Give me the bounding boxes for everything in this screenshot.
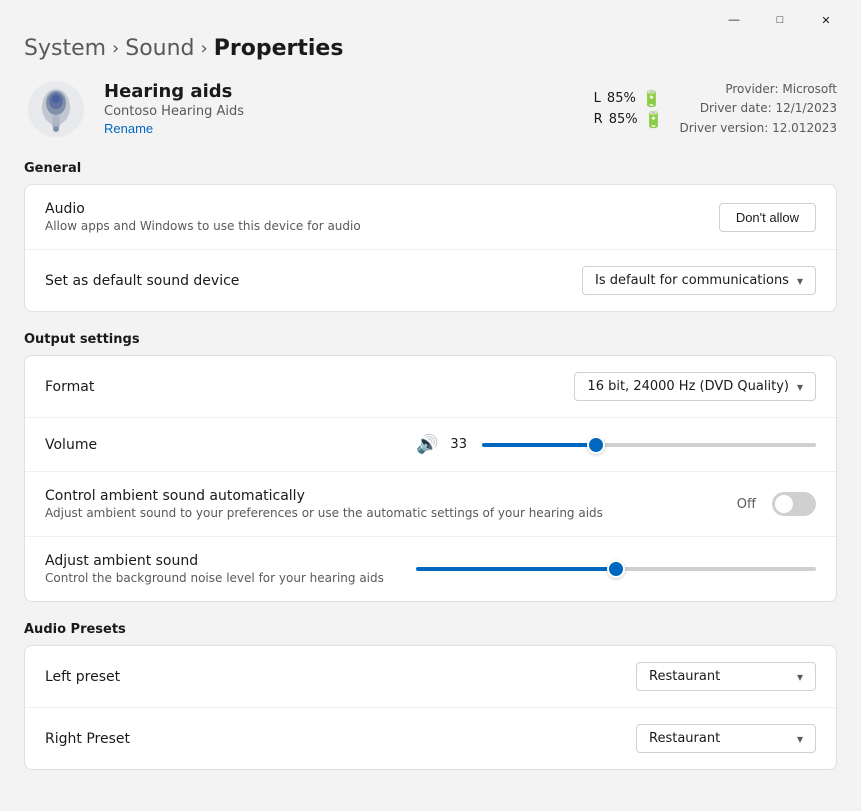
dont-allow-button[interactable]: Don't allow (719, 203, 816, 232)
default-device-label: Set as default sound device (45, 273, 239, 289)
device-header: Hearing aids Contoso Hearing Aids Rename… (24, 77, 837, 141)
driver-date: Driver date: 12/1/2023 (680, 99, 837, 118)
volume-icon: 🔊 (416, 434, 438, 455)
maximize-button[interactable]: □ (757, 6, 803, 34)
ambient-title: Control ambient sound automatically (45, 488, 603, 504)
audio-text: Audio Allow apps and Windows to use this… (45, 201, 361, 233)
device-icon (24, 77, 88, 141)
audio-row: Audio Allow apps and Windows to use this… (25, 185, 836, 250)
right-preset-row: Right Preset Restaurant ▾ (25, 708, 836, 769)
breadcrumb-sep-1: › (112, 38, 119, 59)
presets-card: Left preset Restaurant ▾ Right Preset Re… (24, 645, 837, 770)
volume-row: Volume 🔊 33 (25, 418, 836, 472)
adjust-ambient-row: Adjust ambient sound Control the backgro… (25, 537, 836, 601)
format-chevron-icon: ▾ (797, 380, 803, 394)
presets-section-label: Audio Presets (24, 622, 837, 637)
title-bar: — □ ✕ (0, 0, 861, 36)
battery-info: L 85% 🔋 R 85% 🔋 (594, 89, 664, 129)
breadcrumb-system[interactable]: System (24, 36, 106, 61)
window-controls: — □ ✕ (711, 6, 849, 34)
general-section-label: General (24, 161, 837, 176)
left-preset-label: Left preset (45, 669, 120, 685)
volume-label: Volume (45, 437, 97, 453)
battery-left-label: L (594, 91, 601, 106)
volume-slider-container: 🔊 33 (416, 434, 816, 455)
battery-right-pct: 85% (609, 112, 638, 127)
left-preset-value: Restaurant (649, 669, 720, 684)
adjust-slider-container (416, 567, 816, 571)
volume-value: 33 (450, 437, 470, 452)
ambient-toggle-label: Off (737, 497, 756, 512)
device-name: Hearing aids (104, 81, 578, 102)
device-info: Hearing aids Contoso Hearing Aids Rename (104, 81, 578, 137)
settings-window: — □ ✕ System › Sound › Properties (0, 0, 861, 811)
adjust-slider[interactable] (416, 567, 816, 571)
format-row: Format 16 bit, 24000 Hz (DVD Quality) ▾ (25, 356, 836, 418)
volume-slider[interactable] (482, 443, 816, 447)
ambient-control-row: Control ambient sound automatically Adju… (25, 472, 836, 537)
provider-text: Provider: Microsoft (680, 80, 837, 99)
ambient-toggle[interactable] (772, 492, 816, 516)
driver-version: Driver version: 12.012023 (680, 119, 837, 138)
right-preset-chevron-icon: ▾ (797, 732, 803, 746)
right-preset-label: Right Preset (45, 731, 130, 747)
minimize-button[interactable]: — (711, 6, 757, 34)
format-select[interactable]: 16 bit, 24000 Hz (DVD Quality) ▾ (574, 372, 816, 401)
audio-title: Audio (45, 201, 361, 217)
battery-left-icon: 🔋 (642, 89, 662, 108)
ambient-text: Control ambient sound automatically Adju… (45, 488, 603, 520)
adjust-title: Adjust ambient sound (45, 553, 384, 569)
content-area: Hearing aids Contoso Hearing Aids Rename… (0, 77, 861, 811)
output-section-label: Output settings (24, 332, 837, 347)
left-preset-select[interactable]: Restaurant ▾ (636, 662, 816, 691)
breadcrumb-sound[interactable]: Sound (125, 36, 194, 61)
default-device-row: Set as default sound device Is default f… (25, 250, 836, 311)
ambient-toggle-knob (775, 495, 793, 513)
default-device-select[interactable]: Is default for communications ▾ (582, 266, 816, 295)
right-preset-value: Restaurant (649, 731, 720, 746)
battery-right-label: R (594, 112, 603, 127)
ambient-toggle-wrapper: Off (737, 492, 816, 516)
format-label: Format (45, 379, 94, 395)
breadcrumb-properties: Properties (214, 36, 344, 61)
chevron-down-icon: ▾ (797, 274, 803, 288)
battery-left: L 85% 🔋 (594, 89, 664, 108)
battery-right-icon: 🔋 (644, 110, 664, 129)
ambient-sub: Adjust ambient sound to your preferences… (45, 506, 603, 520)
adjust-text: Adjust ambient sound Control the backgro… (45, 553, 384, 585)
left-preset-chevron-icon: ▾ (797, 670, 803, 684)
close-button[interactable]: ✕ (803, 6, 849, 34)
rename-button[interactable]: Rename (104, 121, 153, 136)
right-preset-select[interactable]: Restaurant ▾ (636, 724, 816, 753)
format-value: 16 bit, 24000 Hz (DVD Quality) (587, 379, 789, 394)
adjust-sub: Control the background noise level for y… (45, 571, 384, 585)
breadcrumb: System › Sound › Properties (0, 36, 861, 77)
left-preset-row: Left preset Restaurant ▾ (25, 646, 836, 708)
driver-info: Provider: Microsoft Driver date: 12/1/20… (680, 80, 837, 138)
general-card: Audio Allow apps and Windows to use this… (24, 184, 837, 312)
battery-right: R 85% 🔋 (594, 110, 664, 129)
audio-sub: Allow apps and Windows to use this devic… (45, 219, 361, 233)
breadcrumb-sep-2: › (201, 38, 208, 59)
default-device-value: Is default for communications (595, 273, 789, 288)
battery-left-pct: 85% (607, 91, 636, 106)
device-subtitle: Contoso Hearing Aids (104, 104, 578, 119)
output-card: Format 16 bit, 24000 Hz (DVD Quality) ▾ … (24, 355, 837, 602)
